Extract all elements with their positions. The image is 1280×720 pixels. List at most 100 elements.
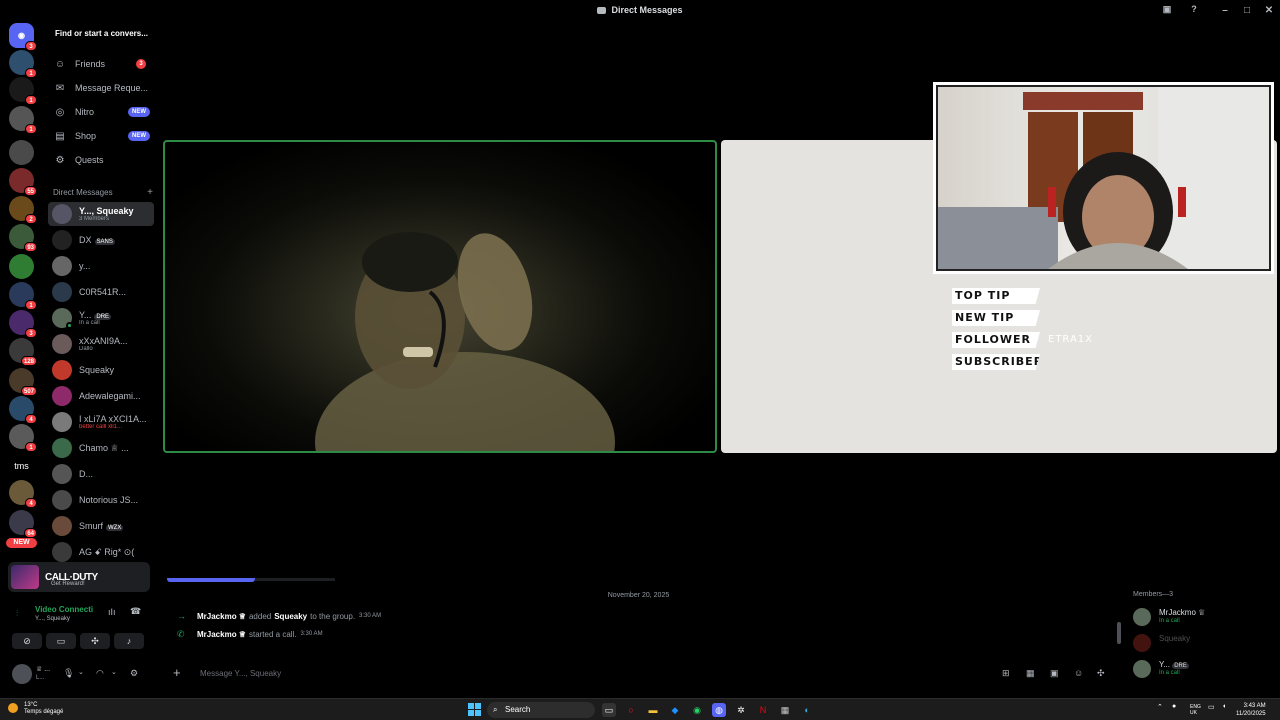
voice-channel-name[interactable]: Y..., Squeaky [35,616,70,622]
weather-widget[interactable]: 13°C Temps dégagé [8,702,63,716]
server-icon[interactable]: 93 [9,224,37,252]
server-icon[interactable] [9,254,34,279]
voice-status[interactable]: Video Connecti [35,605,93,614]
browser-icon[interactable]: ◐ [800,703,814,717]
noise-suppression-icon[interactable]: ıIı [108,607,116,617]
server-icon[interactable]: 4 [9,396,37,424]
task-view-icon[interactable]: ▭ [602,703,616,717]
sticker-icon[interactable]: ▣ [1050,668,1059,679]
message-input-placeholder[interactable]: Message Y..., Squeaky [200,669,281,678]
server-icon[interactable]: 55 [9,168,37,196]
create-dm-plus-icon[interactable]: + [147,187,153,198]
home-button[interactable]: ◉ 3 [9,23,37,51]
headphones-icon[interactable]: ◠ [96,668,104,679]
gif-icon[interactable]: ▦ [1026,668,1035,679]
dm-item[interactable]: AG ꗃ Rig* ⊙( [48,540,154,562]
activities-button[interactable]: ✣ [80,633,110,649]
dm-item[interactable]: Squeaky [48,358,154,382]
language-indicator[interactable]: ENG UK [1190,704,1201,716]
user-name[interactable]: ♕ ... [36,665,50,673]
tray-app-icon[interactable]: ● [1172,703,1176,710]
server-icon[interactable]: 1 [9,424,37,452]
volume-icon[interactable]: ◖ [1222,703,1226,710]
user-avatar[interactable] [12,664,32,684]
message-target[interactable]: Squeaky [274,612,307,621]
dm-item[interactable]: xXxANI9A... Dallo [48,332,154,356]
discord-taskbar-icon[interactable]: ◍ [712,703,726,717]
server-icon[interactable]: 3 [9,310,37,338]
dm-item[interactable]: Smurf WZX [48,514,154,538]
apps-icon[interactable]: ✣ [1097,668,1105,679]
dm-item[interactable]: Chamo ♕ ... [48,436,154,460]
server-icon[interactable]: 1 [9,77,37,105]
nav-message-requests[interactable]: ✉ Message Reque... [48,78,154,98]
dm-item[interactable]: D... [48,462,154,486]
windows-start-icon[interactable] [468,703,481,716]
dm-item[interactable]: I xLi7A xXCI1A... better calll xll1... [48,410,154,434]
message-composer[interactable]: + Message Y..., Squeaky ⊞ ▦ ▣ ☺ ✣ [167,662,1112,686]
dm-item[interactable]: DX SANS [48,228,154,252]
network-icon[interactable]: ▭ [1208,703,1215,711]
chevron-down-icon[interactable]: ⌄ [78,668,84,676]
inbox-icon[interactable]: ▣ [1160,3,1174,16]
call-resize-handle[interactable] [167,578,255,582]
tray-chevron-up-icon[interactable]: ⌃ [1157,703,1163,711]
quest-promo-card[interactable]: CALL·DUTY Get Reward! [8,562,150,592]
minimize-icon[interactable]: – [1214,5,1236,16]
microphone-icon[interactable]: 🎙 [63,668,74,679]
taskbar-search[interactable]: ⌕ Search [487,702,595,718]
dm-item[interactable]: Adewalegami... [48,384,154,408]
dm-item[interactable]: Y..., Squeaky 3 Members [48,202,154,226]
server-icon[interactable]: 1 [9,282,37,310]
server-icon[interactable]: 1 [9,50,37,78]
disconnect-icon[interactable]: ☎ [130,606,141,617]
member-item[interactable]: MrJackmo ♕ In a call [1133,606,1273,628]
system-message: → MrJackmo ♕ added Squeaky to the group.… [177,609,381,623]
server-icon[interactable]: 1 [9,106,37,134]
dm-item[interactable]: y... [48,254,154,278]
app-icon[interactable]: ✲ [734,703,748,717]
unread-badge: 64 [24,528,37,538]
settings-gear-icon[interactable]: ⚙ [130,668,138,679]
chat-scrollbar[interactable] [1117,622,1121,644]
server-tms[interactable]: tms [9,453,34,478]
camera-off-button[interactable]: ⊘ [12,633,42,649]
server-icon[interactable]: 64 [9,510,37,538]
calculator-icon[interactable]: ▦ [778,703,792,717]
server-icon[interactable]: 2 [9,196,37,224]
system-clock[interactable]: 3:43 AM 11/20/2025 [1236,702,1266,718]
find-conversation-button[interactable]: Find or start a convers... [50,24,152,44]
server-icon[interactable]: 507 [9,368,37,396]
help-icon[interactable]: ? [1187,3,1201,16]
nav-quests[interactable]: ⚙ Quests [48,150,154,170]
screen-share-button[interactable]: ▭ [46,633,76,649]
netflix-icon[interactable]: N [756,703,770,717]
gift-icon[interactable]: ⊞ [1002,668,1010,679]
chevron-down-icon[interactable]: ⌄ [111,668,117,676]
nav-shop[interactable]: ▤ Shop NEW [48,126,154,146]
close-icon[interactable]: ✕ [1258,5,1280,16]
opera-icon[interactable]: ○ [624,703,638,717]
server-icon[interactable]: 4 [9,480,37,508]
file-explorer-icon[interactable]: ▬ [646,703,660,717]
server-icon[interactable] [9,140,34,165]
nav-friends[interactable]: ☺ Friends 3 [48,54,154,74]
member-item[interactable]: Squeaky [1133,632,1273,654]
message-author[interactable]: MrJackmo ♕ [197,630,246,639]
emoji-icon[interactable]: ☺ [1074,668,1083,678]
maximize-icon[interactable]: □ [1236,5,1258,16]
mail-icon[interactable]: ◆ [668,703,682,717]
whatsapp-icon[interactable]: ◉ [690,703,704,717]
attach-plus-icon[interactable]: + [173,665,181,680]
message-author[interactable]: MrJackmo ♕ [197,612,246,621]
alert-label: FOLLOWER [952,332,1040,348]
dm-item[interactable]: C0R541R... [48,280,154,304]
member-item[interactable]: Y... DRE In a call [1133,658,1273,680]
soundboard-button[interactable]: ♪ [114,633,144,649]
nav-nitro[interactable]: ◎ Nitro NEW [48,102,154,122]
dm-item[interactable]: Notorious JS... [48,488,154,512]
dm-item[interactable]: Y... DRE In a call [48,306,154,330]
server-icon[interactable]: 128 [9,338,37,366]
member-list: Members—3 MrJackmo ♕ In a call Squeaky Y… [1125,578,1280,698]
webcam-video-tile[interactable] [163,140,717,453]
